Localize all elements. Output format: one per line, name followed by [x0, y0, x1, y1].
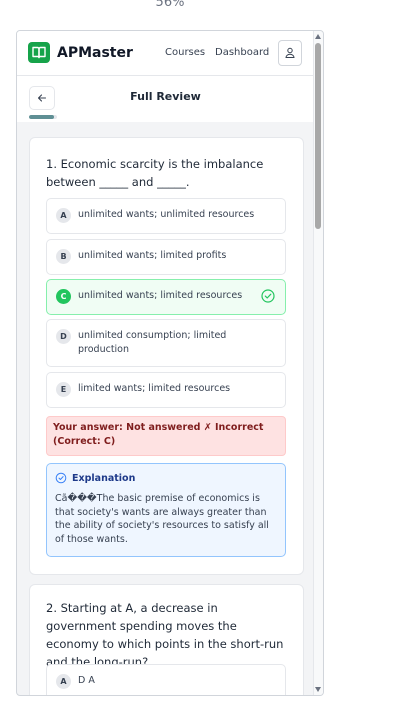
- answer-option-c[interactable]: C unlimited wants; limited resources: [46, 279, 286, 315]
- answer-result-text: Your answer: Not answered ✗ Incorrect (C…: [53, 422, 264, 447]
- page-content: APMaster Courses Dashboard Full Review 1…: [17, 31, 314, 695]
- option-letter: D: [56, 329, 71, 344]
- answer-option-a[interactable]: A D A: [46, 664, 286, 695]
- explanation-text: Cã���The basic premise of economics is t…: [55, 493, 269, 545]
- nav-link-courses[interactable]: Courses: [165, 46, 205, 60]
- user-menu-button[interactable]: [278, 40, 302, 66]
- brand-name[interactable]: APMaster: [57, 43, 133, 63]
- scrollbar-thumb[interactable]: [315, 43, 321, 229]
- top-nav: APMaster Courses Dashboard: [17, 31, 314, 76]
- app-window: APMaster Courses Dashboard Full Review 1…: [16, 30, 324, 696]
- answer-option-d[interactable]: D unlimited consumption; limited product…: [46, 319, 286, 367]
- option-letter: A: [56, 674, 71, 689]
- explanation-title: Explanation: [72, 473, 136, 484]
- option-text: unlimited wants; unlimited resources: [78, 209, 255, 220]
- nav-link-dashboard[interactable]: Dashboard: [215, 46, 269, 60]
- question-text: 1. Economic scarcity is the imbalance be…: [46, 157, 264, 189]
- page-title: Full Review: [130, 90, 201, 103]
- zoom-level: 56%: [155, 0, 185, 10]
- option-text: D A: [78, 675, 95, 686]
- scroll-up-arrow-icon[interactable]: [315, 34, 321, 39]
- vertical-scrollbar[interactable]: [313, 31, 323, 695]
- answer-option-b[interactable]: B unlimited wants; limited profits: [46, 239, 286, 275]
- question-card: 2. Starting at A, a decrease in governme…: [29, 584, 304, 695]
- option-text: unlimited consumption; limited productio…: [78, 330, 227, 355]
- check-circle-icon: [55, 472, 67, 484]
- book-logo-icon: [28, 42, 50, 63]
- option-text: unlimited wants; limited resources: [78, 290, 243, 301]
- option-letter: E: [56, 382, 71, 397]
- answer-result-banner: Your answer: Not answered ✗ Incorrect (C…: [46, 416, 286, 456]
- option-text: unlimited wants; limited profits: [78, 250, 227, 261]
- option-letter: B: [56, 249, 71, 264]
- review-toolbar: Full Review: [17, 76, 314, 122]
- progress-bar: [29, 115, 57, 119]
- explanation-panel: Explanation Cã���The basic premise of ec…: [46, 463, 286, 557]
- question-card: 1. Economic scarcity is the imbalance be…: [29, 137, 304, 575]
- check-circle-icon: [261, 289, 275, 303]
- progress-bar-fill: [29, 115, 55, 119]
- answer-option-e[interactable]: E limited wants; limited resources: [46, 372, 286, 408]
- question-text: 2. Starting at A, a decrease in governme…: [46, 601, 284, 669]
- scroll-down-arrow-icon[interactable]: [315, 687, 321, 692]
- option-letter: A: [56, 208, 71, 223]
- option-text: limited wants; limited resources: [78, 383, 231, 394]
- answer-option-a[interactable]: A unlimited wants; unlimited resources: [46, 198, 286, 234]
- user-icon: [285, 47, 295, 58]
- option-letter: C: [56, 289, 71, 304]
